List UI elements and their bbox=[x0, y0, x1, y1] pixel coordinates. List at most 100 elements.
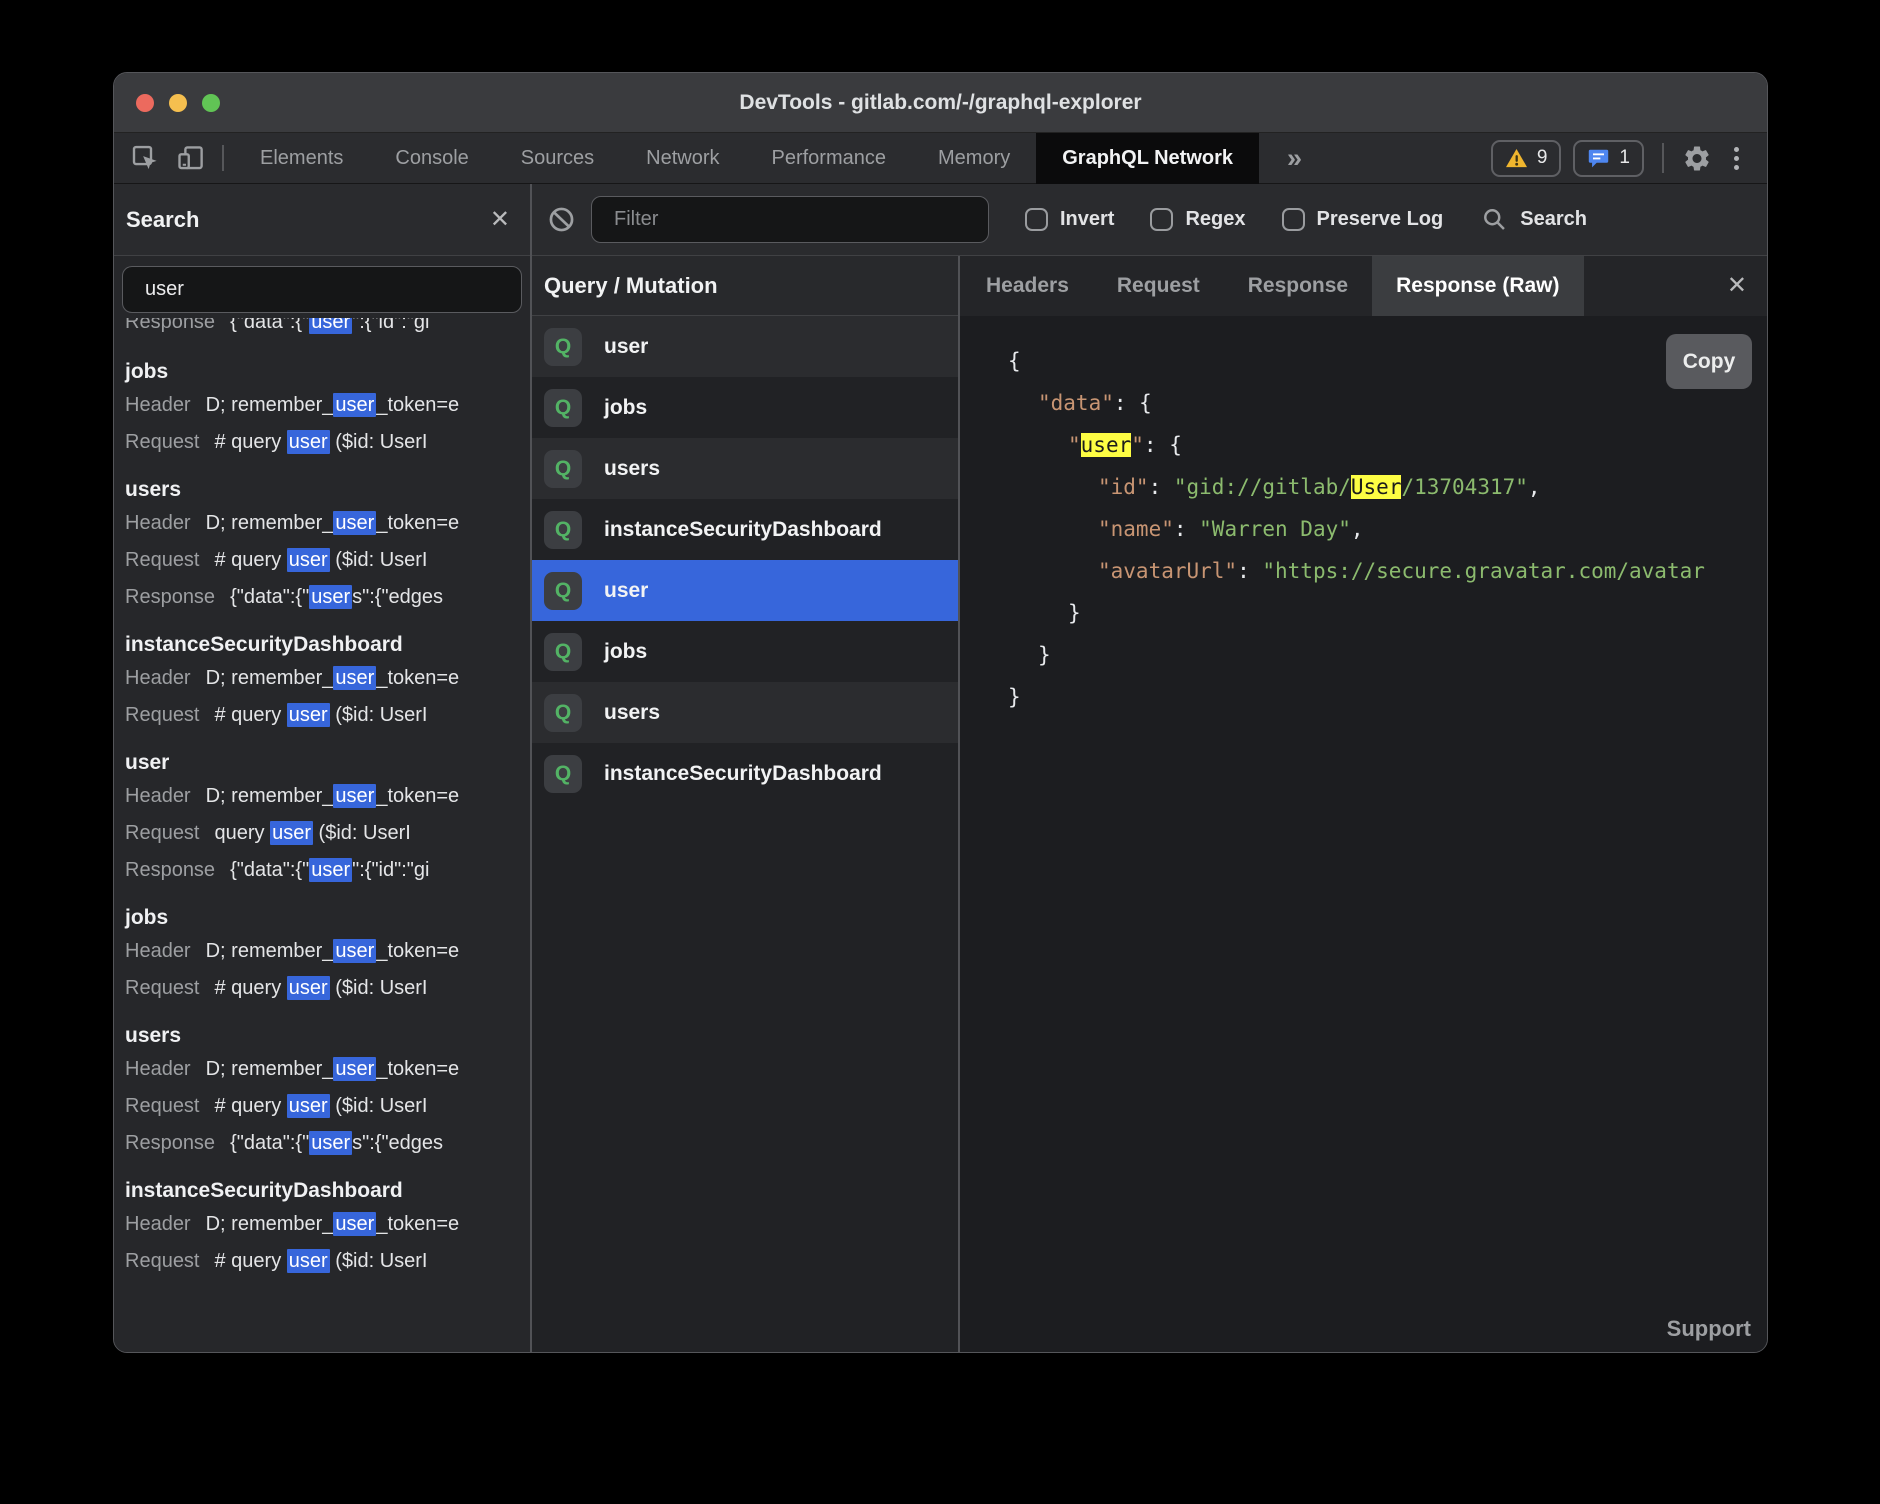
search-result-line[interactable]: HeaderD; remember_user_token=e bbox=[125, 387, 526, 424]
devtools-tab-bar: ElementsConsoleSourcesNetworkPerformance… bbox=[114, 133, 1767, 184]
search-result-line[interactable]: HeaderD; remember_user_token=e bbox=[125, 778, 526, 815]
message-icon bbox=[1587, 147, 1610, 169]
preserve-log-checkbox-group[interactable]: Preserve Log bbox=[1282, 208, 1444, 231]
query-type-badge: Q bbox=[544, 633, 582, 671]
result-line-label: Request bbox=[125, 431, 200, 453]
query-mutation-panel: Query / Mutation QuserQjobsQusersQinstan… bbox=[532, 256, 958, 1352]
match-highlight: user bbox=[309, 318, 352, 334]
tab-memory[interactable]: Memory bbox=[912, 133, 1036, 184]
search-result-line[interactable]: HeaderD; remember_user_token=e bbox=[125, 933, 526, 970]
result-group-name: users bbox=[125, 1021, 526, 1051]
search-result-line[interactable]: Request# query user ($id: UserI bbox=[125, 1088, 526, 1125]
regex-checkbox-group[interactable]: Regex bbox=[1150, 208, 1245, 231]
query-type-badge: Q bbox=[544, 511, 582, 549]
query-list-item-instancesecuritydashboard[interactable]: QinstanceSecurityDashboard bbox=[532, 499, 958, 560]
search-result-line[interactable]: Request# query user ($id: UserI bbox=[125, 424, 526, 461]
search-result-line[interactable]: Request# query user ($id: UserI bbox=[125, 970, 526, 1007]
open-search-button[interactable]: Search bbox=[1481, 206, 1587, 233]
query-list-item-user[interactable]: Quser bbox=[532, 560, 958, 621]
query-item-label: instanceSecurityDashboard bbox=[604, 762, 882, 786]
result-group-name: users bbox=[125, 475, 526, 505]
issues-badge[interactable]: 1 bbox=[1573, 140, 1644, 177]
warning-count: 9 bbox=[1537, 147, 1548, 169]
copy-button[interactable]: Copy bbox=[1666, 334, 1752, 389]
result-line-label: Request bbox=[125, 549, 200, 571]
search-result-line[interactable]: HeaderD; remember_user_token=e bbox=[125, 1051, 526, 1088]
tab-network[interactable]: Network bbox=[620, 133, 745, 184]
warnings-badge[interactable]: 9 bbox=[1491, 140, 1562, 177]
result-line-label: Request bbox=[125, 1095, 200, 1117]
search-result-line[interactable]: Response{"data":{"user":{"id":"gi bbox=[125, 318, 526, 341]
details-tab-response-raw[interactable]: Response (Raw) bbox=[1372, 256, 1583, 316]
query-list-item-instancesecuritydashboard[interactable]: QinstanceSecurityDashboard bbox=[532, 743, 958, 804]
search-result-line[interactable]: HeaderD; remember_user_token=e bbox=[125, 505, 526, 542]
search-result-line[interactable]: Response{"data":{"users":{"edges bbox=[125, 1125, 526, 1162]
details-tab-request[interactable]: Request bbox=[1093, 256, 1224, 316]
result-line-label: Response bbox=[125, 859, 215, 881]
search-result-line[interactable]: Request# query user ($id: UserI bbox=[125, 542, 526, 579]
search-result-line[interactable]: HeaderD; remember_user_token=e bbox=[125, 1206, 526, 1243]
match-highlight: user bbox=[287, 1249, 330, 1273]
details-tab-response[interactable]: Response bbox=[1224, 256, 1372, 316]
result-group-name: instanceSecurityDashboard bbox=[125, 630, 526, 660]
search-result-line[interactable]: Response{"data":{"users":{"edges bbox=[125, 579, 526, 616]
settings-gear-icon[interactable] bbox=[1682, 143, 1712, 173]
search-result-group: jobsHeaderD; remember_user_token=eReques… bbox=[125, 357, 526, 461]
tab-performance[interactable]: Performance bbox=[746, 133, 913, 184]
result-line-label: Header bbox=[125, 667, 191, 689]
query-list-item-users[interactable]: Qusers bbox=[532, 682, 958, 743]
search-result-line[interactable]: Request# query user ($id: UserI bbox=[125, 1243, 526, 1280]
result-line-label: Request bbox=[125, 704, 200, 726]
more-tabs-button[interactable]: » bbox=[1259, 143, 1330, 174]
query-mutation-header: Query / Mutation bbox=[532, 256, 958, 316]
search-result-line[interactable]: Response{"data":{"user":{"id":"gi bbox=[125, 852, 526, 889]
invert-checkbox[interactable] bbox=[1025, 208, 1048, 231]
query-list-item-users[interactable]: Qusers bbox=[532, 438, 958, 499]
block-requests-icon[interactable] bbox=[548, 206, 575, 233]
query-type-badge: Q bbox=[544, 694, 582, 732]
result-line-label: Response bbox=[125, 318, 215, 333]
json-match-highlight: User bbox=[1351, 475, 1402, 499]
tab-graphql-network[interactable]: GraphQL Network bbox=[1036, 133, 1259, 184]
result-line-label: Header bbox=[125, 512, 191, 534]
details-tab-headers[interactable]: Headers bbox=[962, 256, 1093, 316]
more-options-menu-icon[interactable] bbox=[1724, 147, 1749, 170]
match-highlight: user bbox=[287, 548, 330, 572]
close-search-icon[interactable]: ✕ bbox=[490, 208, 510, 232]
search-result-line[interactable]: Requestquery user ($id: UserI bbox=[125, 815, 526, 852]
preserve-log-checkbox[interactable] bbox=[1282, 208, 1305, 231]
tab-elements[interactable]: Elements bbox=[234, 133, 369, 184]
json-line: "name": "Warren Day", bbox=[1008, 508, 1767, 550]
result-line-label: Header bbox=[125, 394, 191, 416]
tab-sources[interactable]: Sources bbox=[495, 133, 620, 184]
filter-input[interactable] bbox=[591, 196, 989, 243]
json-line: } bbox=[1008, 676, 1767, 718]
match-highlight: user bbox=[333, 393, 376, 417]
json-line: "avatarUrl": "https://secure.gravatar.co… bbox=[1008, 550, 1767, 592]
tab-console[interactable]: Console bbox=[369, 133, 494, 184]
result-line-label: Request bbox=[125, 1250, 200, 1272]
match-highlight: user bbox=[287, 703, 330, 727]
query-list-item-jobs[interactable]: Qjobs bbox=[532, 621, 958, 682]
query-list-item-user[interactable]: Quser bbox=[532, 316, 958, 377]
regex-checkbox[interactable] bbox=[1150, 208, 1173, 231]
search-result-line[interactable]: Request# query user ($id: UserI bbox=[125, 697, 526, 734]
inspect-element-icon[interactable] bbox=[130, 143, 160, 173]
invert-checkbox-group[interactable]: Invert bbox=[1025, 208, 1114, 231]
query-list-item-jobs[interactable]: Qjobs bbox=[532, 377, 958, 438]
query-type-badge: Q bbox=[544, 450, 582, 488]
support-link[interactable]: Support bbox=[1667, 1316, 1751, 1342]
device-toolbar-icon[interactable] bbox=[176, 143, 206, 173]
search-input[interactable] bbox=[122, 266, 522, 313]
match-highlight: user bbox=[309, 1131, 352, 1155]
query-item-label: user bbox=[604, 335, 648, 359]
match-highlight: user bbox=[333, 1212, 376, 1236]
result-line-label: Header bbox=[125, 785, 191, 807]
result-group-name: jobs bbox=[125, 903, 526, 933]
json-match-highlight: user bbox=[1081, 433, 1132, 457]
close-details-icon[interactable]: ✕ bbox=[1727, 274, 1747, 298]
result-group-name: jobs bbox=[125, 357, 526, 387]
result-group-name: instanceSecurityDashboard bbox=[125, 1176, 526, 1206]
search-result-line[interactable]: HeaderD; remember_user_token=e bbox=[125, 660, 526, 697]
result-group-name: user bbox=[125, 748, 526, 778]
